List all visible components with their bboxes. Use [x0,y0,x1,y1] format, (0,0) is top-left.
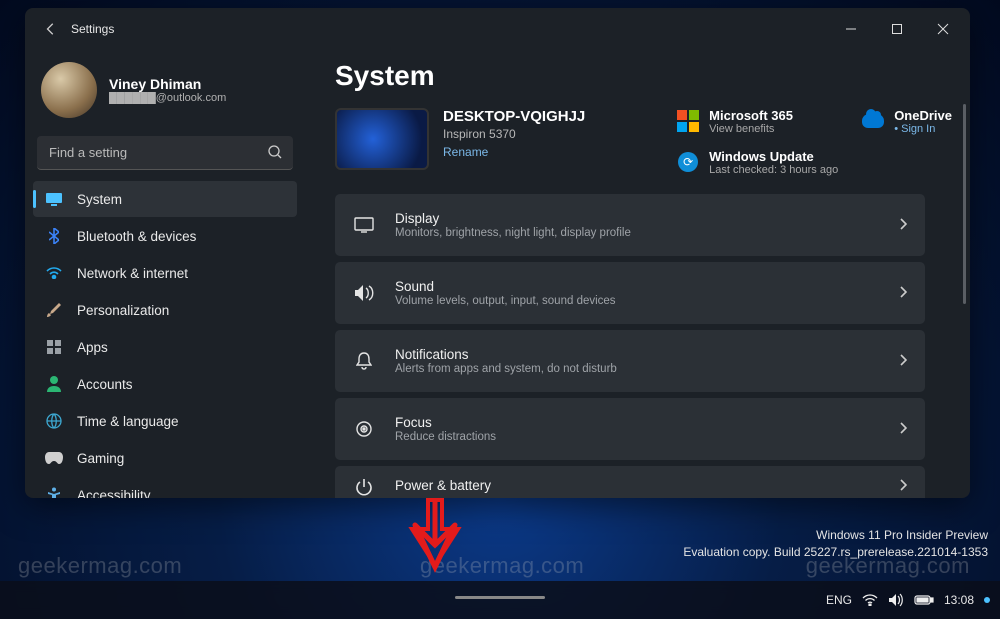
power-icon [353,478,375,496]
titlebar: Settings [25,8,970,50]
speaker-icon [353,285,375,301]
ms365-sub: View benefits [709,123,793,135]
back-button[interactable] [33,11,69,47]
sidebar-item-accounts[interactable]: Accounts [33,366,297,402]
maximize-button[interactable] [874,13,920,45]
bell-icon [353,352,375,370]
taskbar-clock[interactable]: 13:08 [944,593,974,607]
profile-name: Viney Dhiman [109,76,226,92]
card-title: Focus [395,415,879,430]
sidebar-item-label: Personalization [77,303,169,318]
card-subtitle: Alerts from apps and system, do not dist… [395,363,879,375]
sidebar-item-label: Time & language [77,414,179,429]
globe-icon [45,412,63,430]
taskbar-handle[interactable] [455,596,545,599]
chevron-right-icon [899,285,907,301]
device-name: DESKTOP-VQIGHJJ [443,108,585,125]
chevron-right-icon [899,478,907,494]
close-button[interactable] [920,13,966,45]
rename-link[interactable]: Rename [443,145,585,159]
watermark: geekermag.com [806,553,970,579]
card-subtitle: Reduce distractions [395,431,879,443]
nav-list: System Bluetooth & devices Network & inter… [31,180,299,498]
device-thumbnail [335,108,429,170]
settings-window: Settings Viney Dhiman ██████@outlook.com… [25,8,970,498]
card-subtitle: Monitors, brightness, night light, displ… [395,227,879,239]
sidebar-item-label: Accounts [77,377,133,392]
onedrive-icon [862,110,884,132]
search-input[interactable] [37,136,293,170]
sidebar-item-label: Apps [77,340,108,355]
chevron-right-icon [899,353,907,369]
notification-dot-icon[interactable] [984,597,990,603]
scrollbar-thumb[interactable] [963,104,966,304]
main-content: System DESKTOP-VQIGHJJ Inspiron 5370 Ren… [305,50,970,498]
sidebar-item-label: Gaming [77,451,124,466]
monitor-icon [353,217,375,233]
gamepad-icon [45,449,63,467]
apps-icon [45,338,63,356]
accessibility-icon [45,486,63,498]
sidebar-item-network[interactable]: Network & internet [33,255,297,291]
sidebar-item-gaming[interactable]: Gaming [33,440,297,476]
chevron-right-icon [899,217,907,233]
card-title: Power & battery [395,478,879,493]
microsoft-logo-icon [677,110,699,132]
ms365-title: Microsoft 365 [709,108,793,123]
volume-icon[interactable] [888,593,904,607]
sidebar-item-bluetooth[interactable]: Bluetooth & devices [33,218,297,254]
onedrive-title: OneDrive [894,108,952,123]
quick-onedrive[interactable]: OneDrive • Sign In [862,108,952,135]
profile-email: ██████@outlook.com [109,92,226,104]
update-title: Windows Update [709,149,838,164]
watermark: geekermag.com [18,553,182,579]
device-model: Inspiron 5370 [443,127,585,141]
battery-icon[interactable] [914,594,934,606]
sidebar-item-label: System [77,192,122,207]
sidebar: Viney Dhiman ██████@outlook.com System Bl… [25,50,305,498]
profile-block[interactable]: Viney Dhiman ██████@outlook.com [31,56,299,132]
wifi-icon [45,264,63,282]
onedrive-signin-link[interactable]: • Sign In [894,123,952,135]
page-title: System [335,60,952,92]
device-card: DESKTOP-VQIGHJJ Inspiron 5370 Rename [335,108,585,170]
sidebar-item-system[interactable]: System [33,181,297,217]
focus-icon [353,420,375,438]
sidebar-item-apps[interactable]: Apps [33,329,297,365]
window-title: Settings [71,22,114,36]
card-subtitle: Volume levels, output, input, sound devi… [395,295,879,307]
annotation-arrow-icon [400,495,470,575]
update-sub: Last checked: 3 hours ago [709,164,838,176]
card-title: Sound [395,279,879,294]
sidebar-item-time[interactable]: Time & language [33,403,297,439]
taskbar[interactable]: ENG 13:08 [0,581,1000,619]
sidebar-item-personalization[interactable]: Personalization [33,292,297,328]
search-icon[interactable] [267,144,283,165]
settings-card-focus[interactable]: FocusReduce distractions [335,398,925,460]
settings-card-notifications[interactable]: NotificationsAlerts from apps and system… [335,330,925,392]
quick-windows-update[interactable]: ⟳ Windows Update Last checked: 3 hours a… [677,149,838,176]
settings-list: DisplayMonitors, brightness, night light… [335,194,952,498]
windows-update-icon: ⟳ [677,151,699,173]
card-title: Display [395,211,879,226]
sidebar-item-accessibility[interactable]: Accessibility [33,477,297,498]
settings-card-sound[interactable]: SoundVolume levels, output, input, sound… [335,262,925,324]
card-title: Notifications [395,347,879,362]
settings-card-display[interactable]: DisplayMonitors, brightness, night light… [335,194,925,256]
sidebar-item-label: Accessibility [77,488,151,499]
sidebar-item-label: Network & internet [77,266,188,281]
taskbar-language[interactable]: ENG [826,593,852,607]
person-icon [45,375,63,393]
settings-card-power[interactable]: Power & battery [335,466,925,498]
search-container [37,136,293,170]
chevron-right-icon [899,421,907,437]
sidebar-item-label: Bluetooth & devices [77,229,196,244]
display-icon [45,190,63,208]
wifi-icon[interactable] [862,594,878,606]
avatar [41,62,97,118]
bluetooth-icon [45,227,63,245]
minimize-button[interactable] [828,13,874,45]
brush-icon [45,301,63,319]
quick-ms365[interactable]: Microsoft 365 View benefits [677,108,838,135]
